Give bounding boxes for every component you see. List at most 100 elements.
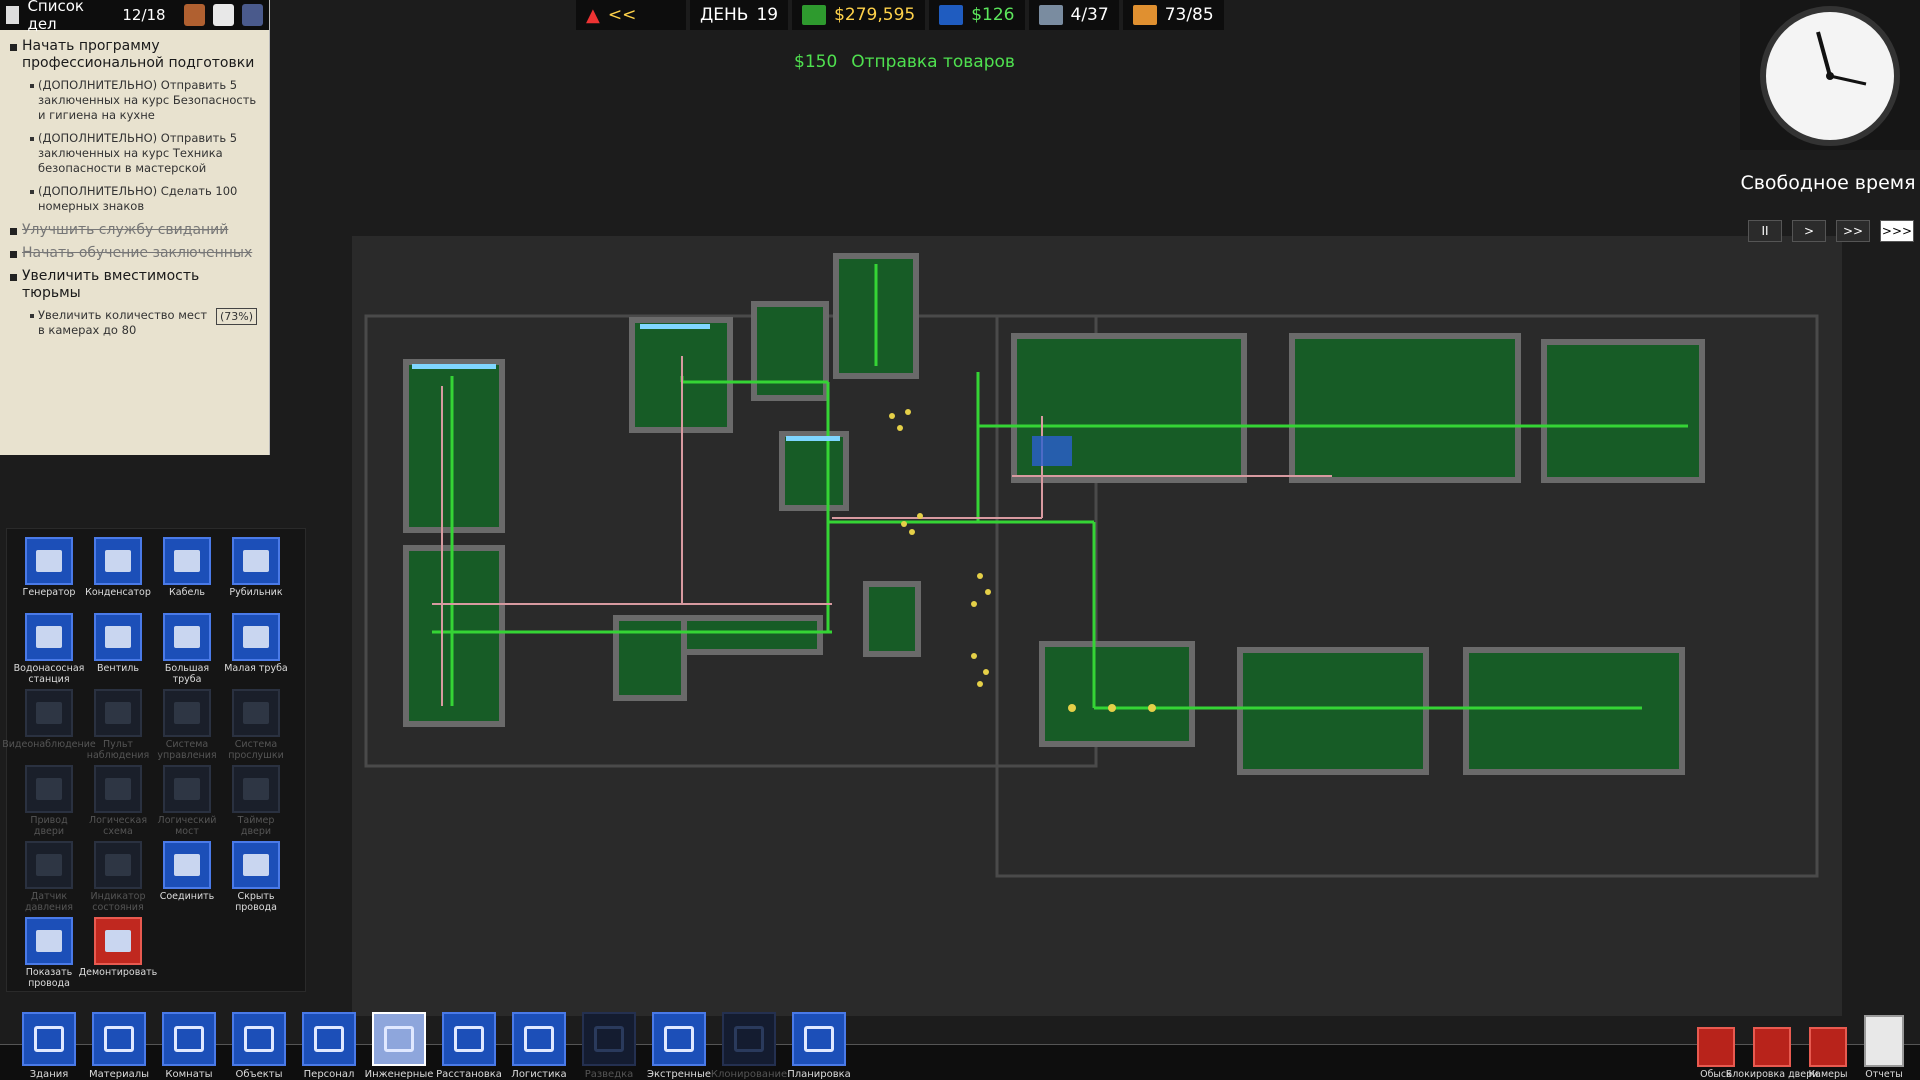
toolbar-button[interactable]: Персонал <box>300 998 358 1080</box>
palette-item-icon <box>94 689 142 737</box>
notepad-icon <box>6 6 20 24</box>
toolbar-button-label: Инженерные <box>364 1069 434 1080</box>
palette-item: Система прослушки <box>222 689 290 765</box>
speed-1-button[interactable]: > <box>1792 220 1826 242</box>
chart-icon <box>939 5 964 25</box>
right-toolbar: Обыск Блокировка двери Камеры Отчеты <box>1696 1015 1904 1080</box>
cash-icon <box>802 5 827 25</box>
todo-title: Список дел <box>27 0 84 33</box>
event-amount: $150 <box>794 52 838 72</box>
palette-item-label: Соединить <box>159 891 215 902</box>
toolbar-button-icon <box>302 1012 356 1066</box>
reports-label: Отчеты <box>1865 1069 1903 1080</box>
guard-icon <box>1038 5 1063 25</box>
palette-item[interactable]: Демонтировать <box>79 917 157 993</box>
toolbar-button[interactable]: Здания <box>20 998 78 1080</box>
toolbar-button[interactable]: Материалы <box>89 998 149 1080</box>
palette-item-label: Видеонаблюдение <box>2 739 96 750</box>
toolbar-button[interactable]: Планировка <box>787 998 851 1080</box>
palette-item-icon <box>163 841 211 889</box>
palette-item-label: Логическая схема <box>88 815 148 837</box>
palette-item: Пульт наблюдения <box>84 689 152 765</box>
palette-item[interactable]: Скрыть провода <box>222 841 290 917</box>
cells-button[interactable]: Камеры <box>1808 1027 1848 1080</box>
palette-item: Таймер двери <box>222 765 290 841</box>
bank-icon[interactable] <box>241 4 264 26</box>
palette-item-icon <box>163 613 211 661</box>
palette-item[interactable]: Соединить <box>153 841 221 917</box>
todo-subitem: (ДОПОЛНИТЕЛЬНО) Отправить 5 заключенных … <box>8 78 261 123</box>
reports-button[interactable]: Отчеты <box>1864 1015 1904 1080</box>
palette-item-label: Генератор <box>22 587 76 598</box>
prisoner-segment[interactable]: 73/85 <box>1122 0 1224 30</box>
toolbar-button-label: Персонал <box>303 1069 355 1080</box>
prison-map[interactable] <box>352 236 1842 1016</box>
palette-item[interactable]: Малая труба <box>222 613 290 689</box>
palette-item[interactable]: Рубильник <box>222 537 290 613</box>
toolbar-button[interactable]: Инженерные <box>365 998 433 1080</box>
palette-item[interactable]: Показать провода <box>15 917 83 993</box>
alert-segment[interactable]: ▲ << <box>576 0 686 30</box>
todo-item[interactable]: Увеличить вместимость тюрьмы <box>8 268 261 302</box>
income-segment[interactable]: $126 <box>929 0 1025 30</box>
palette-item-icon <box>25 841 73 889</box>
toolbar-button-icon <box>92 1012 146 1066</box>
toolbar-button[interactable]: Объекты <box>230 998 288 1080</box>
lock-icon <box>1753 1027 1791 1067</box>
todo-item-label: Увеличить вместимость тюрьмы <box>22 268 200 301</box>
palette-item[interactable]: Конденсатор <box>84 537 152 613</box>
toolbar-button[interactable]: Расстановка <box>436 998 502 1080</box>
palette-item-label: Привод двери <box>30 815 68 837</box>
palette-item: Система управления <box>153 689 221 765</box>
cells-label: Камеры <box>1808 1069 1848 1080</box>
palette-item: Логическая схема <box>84 765 152 841</box>
palette-item-label: Рубильник <box>229 587 283 598</box>
palette-item: Привод двери <box>15 765 83 841</box>
warning-icon[interactable]: ▲ <box>586 5 600 26</box>
toolbar-button[interactable]: Логистика <box>510 998 568 1080</box>
toolbar-button-label: Расстановка <box>436 1069 502 1080</box>
todo-item[interactable]: Начать обучение заключенных <box>8 245 261 262</box>
toolbar-button-label: Объекты <box>235 1069 283 1080</box>
palette-item-label: Система прослушки <box>228 739 284 761</box>
toolbar-button[interactable]: Комнаты <box>160 998 218 1080</box>
palette-item-icon <box>94 765 142 813</box>
toolbar-button-icon <box>722 1012 776 1066</box>
toolbar-button-label: Логистика <box>511 1069 567 1080</box>
speed-3-button[interactable]: >>> <box>1880 220 1914 242</box>
todo-item[interactable]: Начать программу профессиональной подгот… <box>8 38 261 72</box>
toolbar-button-label: Комнаты <box>165 1069 213 1080</box>
day-label: ДЕНЬ <box>700 5 749 25</box>
mail-icon[interactable] <box>212 4 234 26</box>
rewind-button[interactable]: << <box>608 5 637 25</box>
palette-item-label: Скрыть провода <box>235 891 277 913</box>
palette-item-icon <box>232 613 280 661</box>
balance-segment[interactable]: $279,595 <box>792 0 926 30</box>
staff-segment[interactable]: 4/37 <box>1028 0 1119 30</box>
palette-item-label: Система управления <box>157 739 217 761</box>
palette-item-icon <box>94 613 142 661</box>
palette-item[interactable]: Большая труба <box>153 613 221 689</box>
palette-item[interactable]: Кабель <box>153 537 221 613</box>
pause-button[interactable]: II <box>1748 220 1782 242</box>
lockdown-button[interactable]: Блокировка двери <box>1726 1027 1818 1080</box>
palette-item[interactable]: Вентиль <box>84 613 152 689</box>
todo-subitem: (ДОПОЛНИТЕЛЬНО) Сделать 100 номерных зна… <box>8 184 261 214</box>
warden-icon[interactable] <box>183 4 205 26</box>
palette-item-icon <box>25 917 73 965</box>
palette-item[interactable]: Генератор <box>15 537 83 613</box>
toolbar-button-icon <box>652 1012 706 1066</box>
palette-item-icon <box>232 689 280 737</box>
clock-icon <box>1760 6 1900 146</box>
prisoner-value: 73/85 <box>1164 5 1214 25</box>
palette-item: Видеонаблюдение <box>2 689 96 765</box>
toolbar-button[interactable]: Экстренные <box>647 998 711 1080</box>
todo-item-label: Начать программу профессиональной подгот… <box>22 38 255 71</box>
balance-value: $279,595 <box>834 5 916 25</box>
todo-item[interactable]: Улучшить службу свиданий <box>8 222 261 239</box>
event-notification: $150 Отправка товаров <box>794 52 1029 72</box>
palette-item-icon <box>25 689 73 737</box>
speed-2-button[interactable]: >> <box>1836 220 1870 242</box>
palette-item[interactable]: Водонасосная станция <box>14 613 84 689</box>
todo-header[interactable]: Список дел 12/18 <box>0 0 269 33</box>
